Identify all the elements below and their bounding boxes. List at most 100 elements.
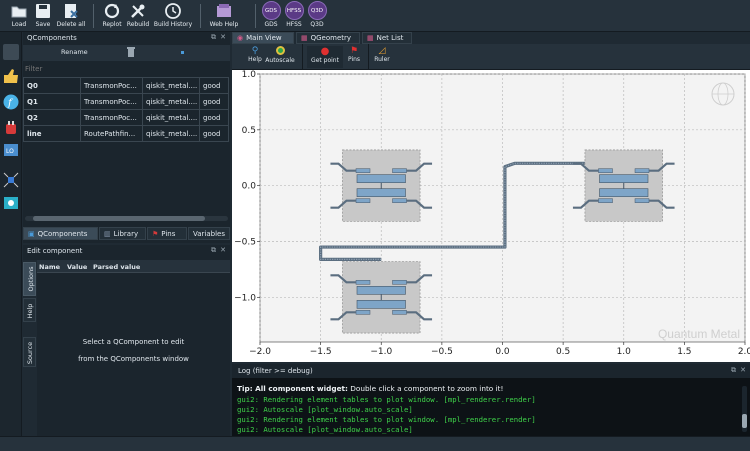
float-icon[interactable]: ⧉ — [211, 33, 216, 42]
close-icon[interactable]: ✕ — [220, 246, 226, 254]
edit-component-panel: Edit component ⧉ ✕ Options Help Source N… — [23, 245, 230, 436]
connector-pad — [392, 198, 407, 203]
side-tab-options[interactable]: Options — [23, 262, 36, 296]
connector-pad — [355, 198, 371, 203]
hfss-icon: HFSS — [284, 1, 304, 20]
qubit-q1 — [572, 149, 675, 222]
get-point-button[interactable]: ● Get point — [307, 46, 343, 68]
q3d-button[interactable]: Q3D Q3D — [306, 1, 328, 31]
qubit-pad — [356, 188, 406, 197]
layout-icon[interactable] — [3, 172, 19, 188]
edit-component-title: Edit component — [27, 247, 83, 255]
delete-all-button[interactable]: Delete all — [55, 1, 87, 31]
web-help-button[interactable]: Web Help — [208, 1, 240, 31]
gds-button[interactable]: GDS GDS — [260, 1, 282, 31]
pins-button[interactable]: ⚑ Pins — [344, 46, 364, 63]
qcomponents-title: QComponents — [27, 34, 77, 42]
connector-pad — [392, 310, 407, 315]
log-header: Log (filter >= debug) ⧉ ✕ — [232, 364, 750, 378]
trash-icon[interactable] — [127, 47, 135, 57]
replot-button[interactable]: Replot — [98, 1, 126, 31]
net-list-icon: ▦ — [367, 34, 374, 42]
function-icon[interactable]: f — [3, 94, 19, 110]
build-history-button[interactable]: Build History — [153, 1, 193, 31]
autoscale-button[interactable]: Autoscale — [265, 46, 295, 64]
y-tick-label: 0.5 — [242, 126, 256, 136]
plot-canvas[interactable]: −2.0 −1.5 −1.0 −0.5 0.0 0.5 1.0 1.5 2.0 1.0 0.5 0.0… — [232, 70, 750, 362]
delete-all-icon — [65, 4, 78, 18]
connector-pad — [392, 280, 407, 285]
qubit-pad — [356, 174, 406, 183]
floppy-disk-icon — [36, 4, 50, 18]
qubit-pad — [356, 286, 406, 295]
log-line: gui2: Autoscale [plot_window.auto_scale] — [237, 405, 413, 414]
tab-qgeometry[interactable]: ▦ QGeometry — [296, 32, 360, 44]
table-row[interactable]: Q0 TransmonPoc... qiskit_metal.... good — [23, 77, 229, 94]
main-view-icon: ◉ — [237, 34, 244, 42]
filter-input[interactable] — [25, 63, 228, 75]
x-tick-label: −1.5 — [310, 347, 332, 357]
tab-variables[interactable]: Variables — [188, 227, 230, 240]
tab-library[interactable]: ▥ Library — [99, 227, 146, 240]
main-tab-bar: ◉ Main View ▦ QGeometry ▦ Net List — [232, 32, 750, 44]
float-icon[interactable]: ⧉ — [731, 366, 736, 375]
rename-button[interactable]: Rename — [61, 48, 88, 56]
side-tab-help[interactable]: Help — [23, 298, 36, 322]
main-toolbar: Load Save Delete all Replot Rebuild Buil… — [0, 0, 750, 32]
x-tick-label: 1.5 — [677, 347, 691, 357]
refresh-icon — [104, 3, 120, 19]
horizontal-scrollbar[interactable] — [25, 216, 228, 221]
plug-icon[interactable] — [3, 120, 19, 136]
rebuild-button[interactable]: Rebuild — [125, 1, 151, 31]
x-tick-label: −0.5 — [431, 347, 453, 357]
qubit-q0 — [330, 149, 433, 222]
log-scrollbar[interactable] — [742, 386, 747, 432]
qcomponents-table: Q0 TransmonPoc... qiskit_metal.... good Q1 T… — [23, 77, 229, 142]
tab-pins[interactable]: ⚑ Pins — [147, 227, 187, 240]
table-row[interactable]: Q1 TransmonPoc... qiskit_metal.... good — [23, 93, 229, 110]
tab-net-list[interactable]: ▦ Net List — [362, 32, 412, 44]
x-tick-label: 0.0 — [495, 347, 510, 357]
tab-qcomponents[interactable]: ▣ QComponents — [23, 227, 98, 240]
pins-icon: ⚑ — [349, 46, 359, 56]
connector-pad — [355, 280, 371, 285]
help-icon: ⚲ — [251, 46, 259, 56]
x-tick-label: −1.0 — [370, 347, 392, 357]
x-tick-label: 1.0 — [617, 347, 632, 357]
log-title: Log (filter >= debug) — [238, 367, 313, 375]
load-button[interactable]: Load — [6, 1, 32, 31]
close-icon[interactable]: ✕ — [220, 33, 226, 41]
table-row[interactable]: line RoutePathfin... qiskit_metal.... good — [23, 125, 229, 142]
x-tick-label: −2.0 — [249, 347, 271, 357]
thumbs-up-icon[interactable] — [3, 68, 19, 84]
database-icon[interactable]: LO — [3, 142, 19, 158]
ruler-button[interactable]: ◿ Ruler — [372, 46, 392, 63]
connector-pad — [355, 310, 371, 315]
float-icon[interactable]: ⧉ — [211, 246, 216, 255]
autoscale-icon — [275, 46, 285, 55]
qcomponents-tab-icon: ▣ — [28, 229, 35, 238]
connector-pad — [598, 198, 613, 203]
table-row[interactable]: Q2 TransmonPoc... qiskit_metal.... good — [23, 109, 229, 126]
connector-pad — [598, 168, 613, 173]
qubit-pad — [599, 174, 649, 183]
connector-pad — [355, 168, 371, 173]
left-icon-strip: f LO — [0, 32, 22, 436]
plot-toolbar: ⚲ Help Autoscale ● Get point ⚑ Pins ◿ Ru… — [232, 44, 750, 70]
camera-icon[interactable] — [3, 195, 19, 211]
web-help-icon — [217, 4, 231, 17]
qcomponents-panel: QComponents ⧉ ✕ Rename Q0TransmonPoc...q… — [23, 32, 230, 243]
tab-main-view[interactable]: ◉ Main View — [232, 32, 294, 44]
q3d-icon: Q3D — [307, 1, 327, 20]
empty-state-message: Select a QComponent to edit from the QCo… — [78, 338, 189, 363]
y-tick-label: 1.0 — [242, 70, 257, 80]
log-line: gui2: Autoscale [plot_window.auto_scale] — [237, 425, 413, 434]
hfss-button[interactable]: HFSS HFSS — [283, 1, 305, 31]
chip-icon[interactable] — [3, 44, 19, 60]
pins-icon: ⚑ — [152, 229, 159, 238]
help-button[interactable]: ⚲ Help — [246, 46, 264, 63]
layout-plot: −2.0 −1.5 −1.0 −0.5 0.0 0.5 1.0 1.5 2.0 1.0 0.5 0.0… — [234, 70, 750, 357]
save-button[interactable]: Save — [32, 1, 54, 31]
side-tab-source[interactable]: Source — [23, 337, 36, 367]
close-icon[interactable]: ✕ — [740, 366, 746, 374]
